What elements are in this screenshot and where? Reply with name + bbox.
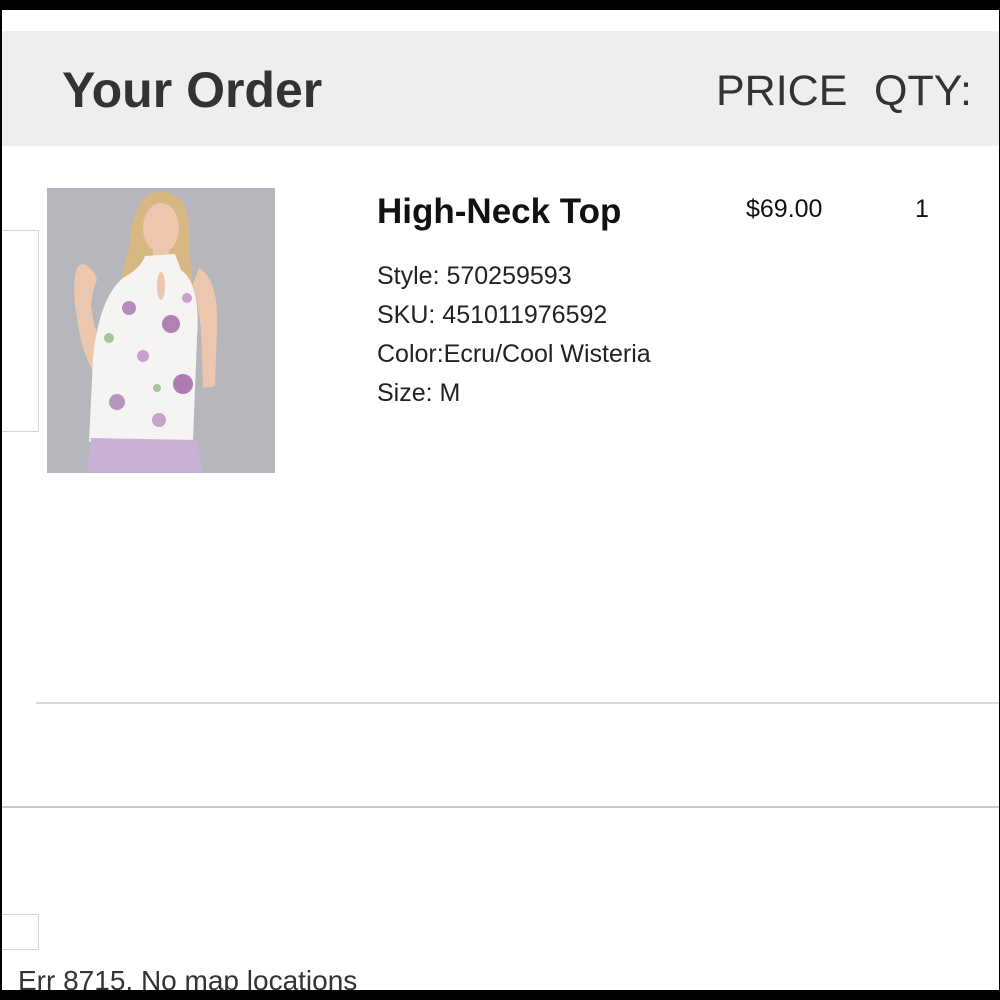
item-quantity: 1 [915, 195, 929, 223]
product-image[interactable] [47, 188, 275, 473]
side-tab-bottom[interactable] [2, 914, 39, 950]
price-column-header: PRICE [716, 67, 848, 115]
product-name[interactable]: High-Neck Top [377, 192, 621, 232]
item-divider [36, 702, 999, 704]
order-page: Your Order PRICE QTY: High-Neck Top $69.… [2, 10, 999, 990]
item-sku: SKU: 451011976592 [377, 301, 608, 329]
order-title: Your Order [62, 62, 323, 118]
product-photo-illustration [47, 188, 275, 473]
side-tab[interactable] [2, 230, 39, 432]
section-divider [2, 806, 999, 808]
order-header: Your Order PRICE QTY: [2, 31, 999, 146]
item-style: Style: 570259593 [377, 262, 572, 290]
error-message: Err 8715. No map locations [18, 965, 358, 990]
item-color: Color:Ecru/Cool Wisteria [377, 340, 651, 368]
item-price: $69.00 [746, 195, 823, 223]
item-size: Size: M [377, 379, 461, 407]
qty-column-header: QTY: [874, 67, 972, 115]
